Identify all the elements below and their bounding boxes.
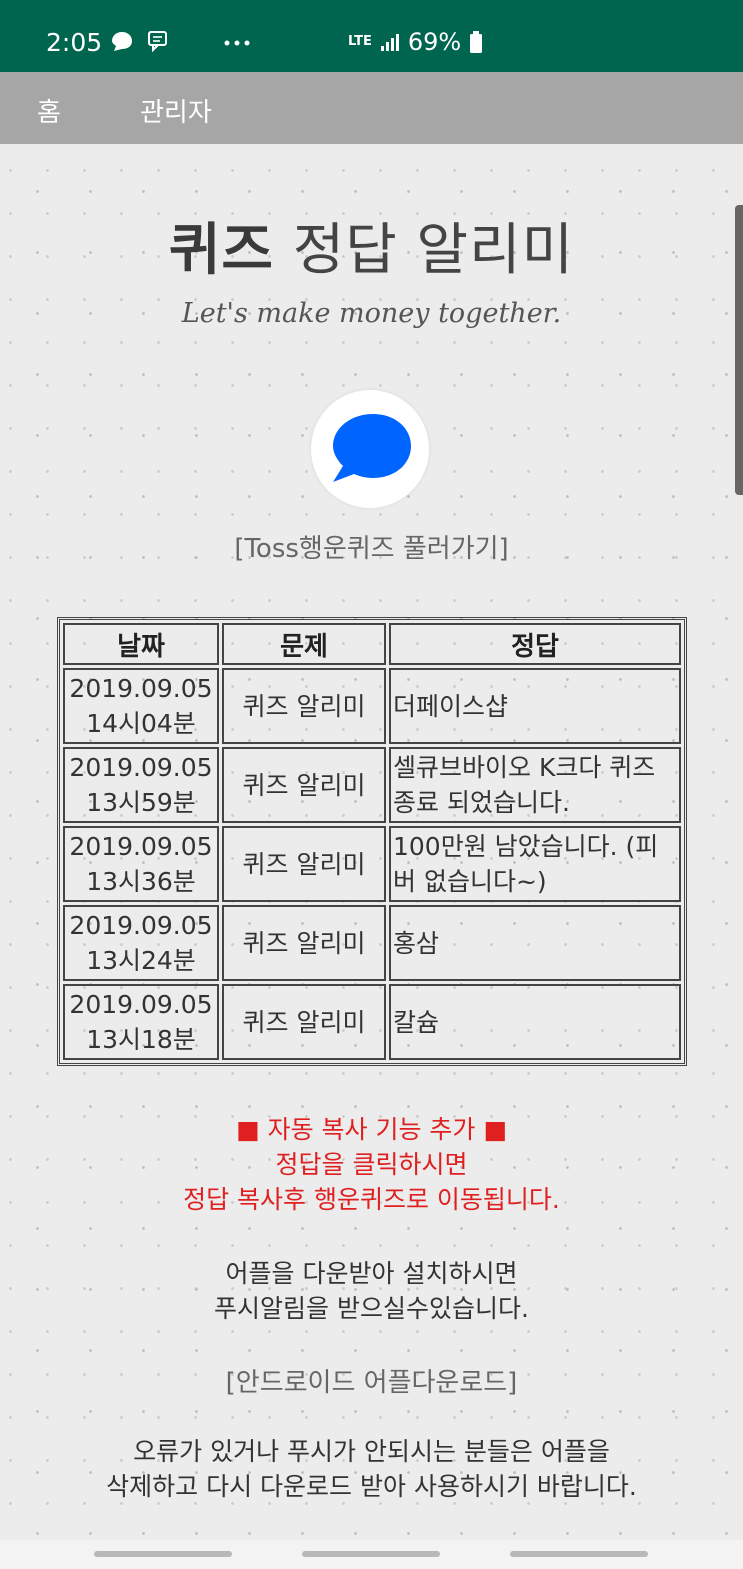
table-row: 2019.09.05 14시04분 퀴즈 알리미 더페이스샵 bbox=[63, 668, 681, 744]
bottom-handle bbox=[302, 1551, 440, 1557]
bottom-handle bbox=[94, 1551, 232, 1557]
title-rest: 정답 알리미 bbox=[292, 218, 575, 283]
status-bar: 2:05 LTE 69% bbox=[0, 0, 743, 72]
toss-logo-button[interactable] bbox=[311, 390, 429, 508]
cell-question: 퀴즈 알리미 bbox=[222, 905, 386, 981]
date-text: 2019.09.05 bbox=[69, 832, 213, 861]
network-label: LTE bbox=[348, 34, 372, 49]
cell-date: 2019.09.05 13시36분 bbox=[63, 826, 219, 902]
nav-admin[interactable]: 관리자 bbox=[140, 92, 212, 129]
date-text: 2019.09.05 bbox=[69, 753, 213, 782]
android-app-download-link[interactable]: [안드로이드 어플다운로드] bbox=[0, 1362, 743, 1399]
cell-answer[interactable]: 100만원 남았습니다. (피버 없습니다~) bbox=[389, 826, 681, 902]
cell-answer[interactable]: 홍삼 bbox=[389, 905, 681, 981]
title-bold: 퀴즈 bbox=[168, 218, 274, 283]
header-answer: 정답 bbox=[389, 623, 681, 665]
notice-line-1: ■ 자동 복사 기능 추가 ■ bbox=[236, 1115, 507, 1144]
table-header-row: 날짜 문제 정답 bbox=[63, 623, 681, 665]
time-text: 13시59분 bbox=[86, 788, 196, 817]
cell-question: 퀴즈 알리미 bbox=[222, 668, 386, 744]
toss-logo-icon bbox=[333, 414, 411, 482]
header-date: 날짜 bbox=[63, 623, 219, 665]
cell-question: 퀴즈 알리미 bbox=[222, 826, 386, 902]
table-row: 2019.09.05 13시24분 퀴즈 알리미 홍삼 bbox=[63, 905, 681, 981]
info2-line-2: 삭제하고 다시 다운로드 받아 사용하시기 바랍니다. bbox=[106, 1472, 637, 1501]
cell-date: 2019.09.05 13시59분 bbox=[63, 747, 219, 823]
header-question: 문제 bbox=[222, 623, 386, 665]
chat-bubble-icon bbox=[112, 32, 132, 51]
info1-line-1: 어플을 다운받아 설치하시면 bbox=[225, 1259, 518, 1288]
cell-date: 2019.09.05 14시04분 bbox=[63, 668, 219, 744]
info1-line-2: 푸시알림을 받으실수있습니다. bbox=[214, 1294, 529, 1323]
auto-copy-notice: ■ 자동 복사 기능 추가 ■ 정답을 클릭하시면 정답 복사후 행운퀴즈로 이… bbox=[0, 1112, 743, 1217]
date-text: 2019.09.05 bbox=[69, 674, 213, 703]
status-right: LTE 69% bbox=[348, 28, 483, 56]
cell-question: 퀴즈 알리미 bbox=[222, 984, 386, 1060]
table-row: 2019.09.05 13시18분 퀴즈 알리미 칼슘 bbox=[63, 984, 681, 1060]
nav-home[interactable]: 홈 bbox=[37, 92, 61, 129]
error-info: 오류가 있거나 푸시가 안되시는 분들은 어플을 삭제하고 다시 다운로드 받아… bbox=[0, 1434, 743, 1504]
bottom-handle bbox=[510, 1551, 648, 1557]
time-text: 13시18분 bbox=[86, 1025, 196, 1054]
time-text: 13시36분 bbox=[86, 867, 196, 896]
cell-date: 2019.09.05 13시24분 bbox=[63, 905, 219, 981]
date-text: 2019.09.05 bbox=[69, 990, 213, 1019]
battery-icon bbox=[470, 31, 483, 53]
table-row: 2019.09.05 13시59분 퀴즈 알리미 셀큐브바이오 K크다 퀴즈 종료… bbox=[63, 747, 681, 823]
cell-date: 2019.09.05 13시18분 bbox=[63, 984, 219, 1060]
bottom-bar bbox=[0, 1540, 743, 1569]
cell-answer[interactable]: 셀큐브바이오 K크다 퀴즈 종료 되었습니다. bbox=[389, 747, 681, 823]
notice-line-3: 정답 복사후 행운퀴즈로 이동됩니다. bbox=[183, 1185, 560, 1214]
page-subtitle: Let's make money together. bbox=[181, 298, 562, 329]
battery-percent: 69% bbox=[407, 28, 462, 56]
top-navigation: 홈 관리자 bbox=[0, 72, 743, 144]
date-text: 2019.09.05 bbox=[69, 911, 213, 940]
time-text: 14시04분 bbox=[86, 709, 196, 738]
app-install-info: 어플을 다운받아 설치하시면 푸시알림을 받으실수있습니다. bbox=[0, 1256, 743, 1326]
table-row: 2019.09.05 13시36분 퀴즈 알리미 100만원 남았습니다. (피버… bbox=[63, 826, 681, 902]
cell-question: 퀴즈 알리미 bbox=[222, 747, 386, 823]
cell-answer[interactable]: 칼슘 bbox=[389, 984, 681, 1060]
info2-line-1: 오류가 있거나 푸시가 안되시는 분들은 어플을 bbox=[133, 1437, 610, 1466]
message-icon bbox=[148, 31, 167, 52]
toss-quiz-link[interactable]: [Toss행운퀴즈 풀러가기] bbox=[0, 528, 743, 565]
status-time: 2:05 bbox=[46, 28, 103, 57]
cell-answer[interactable]: 더페이스샵 bbox=[389, 668, 681, 744]
answer-table: 날짜 문제 정답 2019.09.05 14시04분 퀴즈 알리미 더페이스샵 2… bbox=[57, 617, 687, 1066]
page-title: 퀴즈 정답 알리미 bbox=[0, 205, 743, 286]
time-text: 13시24분 bbox=[86, 946, 196, 975]
notice-line-2: 정답을 클릭하시면 bbox=[275, 1150, 468, 1179]
signal-icon bbox=[380, 34, 399, 51]
more-dots-icon bbox=[224, 40, 250, 46]
